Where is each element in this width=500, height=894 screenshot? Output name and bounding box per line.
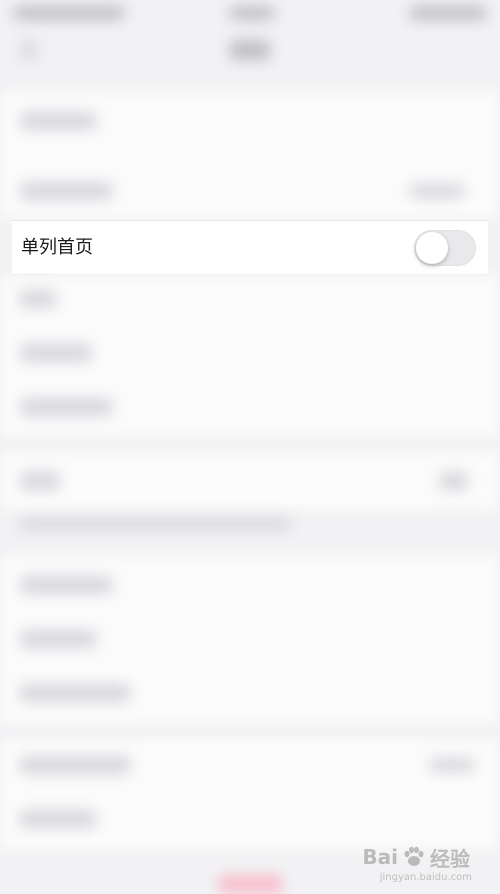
baidu-jingyan-watermark: Bai 经验: [362, 840, 470, 874]
row-label-blurred: [20, 684, 130, 702]
row-label-blurred: [20, 344, 92, 362]
row-value-blurred: [430, 758, 474, 772]
back-arrow-icon[interactable]: [22, 40, 36, 60]
status-carrier-blurred: [14, 6, 124, 20]
settings-card-3-blurred: [0, 452, 500, 510]
row-value-blurred: [440, 472, 468, 490]
settings-card-1-blurred: [0, 92, 500, 218]
watermark-brand-tail: 经验: [430, 846, 470, 871]
single-column-home-toggle[interactable]: [414, 230, 476, 266]
row-label-blurred: [20, 182, 112, 200]
toggle-knob: [416, 232, 448, 264]
row-label-blurred: [20, 576, 112, 594]
status-time-blurred: [230, 6, 274, 20]
status-bar-blurred: [0, 0, 500, 80]
single-column-home-row[interactable]: 单列首页: [12, 220, 488, 275]
single-column-home-label: 单列首页: [21, 237, 93, 258]
watermark-brand: Bai: [362, 845, 398, 869]
note-text-blurred: [20, 518, 290, 530]
row-label-blurred: [20, 398, 112, 416]
settings-card-2-blurred: [0, 276, 500, 436]
settings-card-5-blurred: [0, 738, 500, 850]
status-battery-blurred: [410, 6, 486, 20]
watermark-url: jingyan.baidu.com: [379, 872, 472, 883]
row-label-blurred: [20, 810, 96, 828]
baidu-paw-icon: [404, 846, 424, 866]
settings-card-4-blurred: [0, 556, 500, 724]
section-note-blurred: [20, 518, 290, 534]
row-label-blurred: [20, 630, 96, 648]
row-label-blurred: [20, 290, 56, 308]
row-label-blurred: [20, 472, 60, 490]
bottom-pink-tab-blurred: [217, 874, 283, 894]
nav-title-blurred: [230, 40, 270, 60]
row-value-blurred: [410, 184, 464, 198]
row-label-blurred: [20, 756, 130, 774]
row-label-blurred: [20, 112, 96, 130]
